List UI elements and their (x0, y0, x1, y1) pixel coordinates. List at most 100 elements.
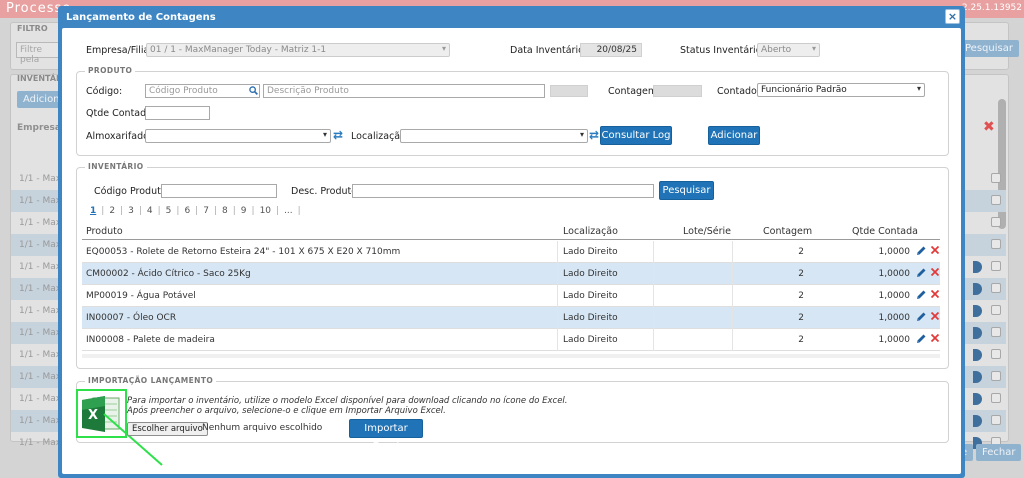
delete-icon[interactable] (930, 311, 940, 321)
page-link[interactable]: ... (284, 206, 293, 216)
edit-icon[interactable] (915, 267, 927, 279)
bg-row-checkbox[interactable] (991, 349, 1001, 359)
bg-delete-icon[interactable]: ✖ (983, 119, 995, 135)
bg-toggle-icon[interactable] (973, 305, 982, 317)
refresh-icon[interactable]: ⇄ (333, 128, 343, 142)
close-icon[interactable]: × (945, 9, 960, 24)
search-icon[interactable] (249, 86, 258, 95)
page-link[interactable]: 9 (241, 206, 247, 216)
bg-toggle-icon[interactable] (973, 371, 982, 383)
page-link[interactable]: 7 (203, 206, 209, 216)
code-placeholder: Código Produto (149, 86, 218, 96)
page-link[interactable]: 5 (166, 206, 172, 216)
chevron-down-icon: ▾ (322, 130, 327, 139)
page-separator: | (157, 206, 161, 216)
table-row[interactable]: CM00002 - Ácido Cítrico - Saco 25Kg Lado … (82, 263, 940, 285)
bg-row-checkbox[interactable] (991, 305, 1001, 315)
bg-search-button[interactable]: Pesquisar (959, 40, 1019, 57)
qtde-input[interactable] (145, 106, 210, 120)
edit-icon[interactable] (915, 289, 927, 301)
bg-row-checkbox[interactable] (991, 261, 1001, 271)
column-separator (653, 241, 654, 263)
page-link[interactable]: 2 (109, 206, 115, 216)
page-separator: | (176, 206, 180, 216)
inv-desc-input[interactable] (352, 184, 654, 198)
page-link[interactable]: 6 (184, 206, 190, 216)
cell-produto: IN00008 - Palete de madeira (86, 335, 215, 345)
page-link[interactable]: 3 (128, 206, 134, 216)
bg-toggle-icon[interactable] (973, 415, 982, 427)
contador-select[interactable]: Funcionário Padrão ▾ (757, 83, 925, 97)
refresh-icon[interactable]: ⇄ (589, 128, 599, 142)
table-row[interactable]: IN00008 - Palete de madeira Lado Direito 2… (82, 329, 940, 351)
bg-row-checkbox[interactable] (991, 371, 1001, 381)
bg-row-checkbox[interactable] (991, 195, 1001, 205)
table-scrollbar[interactable] (82, 354, 940, 358)
bg-toggle-icon[interactable] (973, 349, 982, 361)
company-select[interactable]: 01 / 1 - MaxManager Today - Matriz 1-1 ▾ (146, 43, 450, 57)
col-qtde: Qtde Contada (852, 226, 918, 237)
bg-row-company: 1/1 - Maxi (19, 284, 64, 294)
code-input[interactable]: Código Produto (145, 84, 260, 98)
produto-legend: PRODUTO (85, 66, 136, 75)
bg-close-button[interactable]: Fechar (976, 444, 1022, 461)
import-info-line2: Após preencher o arquivo, selecione-o e … (127, 406, 446, 416)
delete-icon[interactable] (930, 289, 940, 299)
bg-row-checkbox[interactable] (991, 217, 1001, 227)
date-value: 20/08/25 (580, 43, 642, 57)
adicionar-button[interactable]: Adicionar (708, 126, 760, 145)
column-separator (732, 263, 733, 285)
page-separator: | (101, 206, 105, 216)
edit-icon[interactable] (915, 333, 927, 345)
import-info: Para importar o inventário, utilize o mo… (127, 396, 568, 416)
bg-toggle-icon[interactable] (973, 393, 982, 405)
table-row[interactable]: MP00019 - Água Potável Lado Direito 2 1,000… (82, 285, 940, 307)
col-contagem: Contagem (763, 226, 813, 237)
edit-icon[interactable] (915, 245, 927, 257)
local-select[interactable]: ▾ (400, 129, 588, 143)
inv-search-button[interactable]: Pesquisar (659, 181, 714, 200)
bg-toggle-icon[interactable] (973, 261, 982, 273)
delete-icon[interactable] (930, 333, 940, 343)
cell-localizacao: Lado Direito (563, 247, 618, 257)
contador-select-value: Funcionário Padrão (761, 85, 847, 95)
cell-produto: MP00019 - Água Potável (86, 291, 196, 301)
bg-row-company: 1/1 - Maxi (19, 218, 64, 228)
import-excel-button[interactable]: Importar Excel (349, 419, 423, 452)
bg-row-checkbox[interactable] (991, 173, 1001, 183)
page-link[interactable]: 10 (260, 206, 271, 216)
bg-row-company: 1/1 - Maxi (19, 174, 64, 184)
inv-code-input[interactable] (161, 184, 277, 198)
contagem-box (653, 85, 702, 97)
bg-row-checkbox[interactable] (991, 415, 1001, 425)
inv-code-label: Código Produto: (94, 186, 170, 197)
table-row[interactable]: IN00007 - Óleo OCR Lado Direito 2 1,0000 (82, 307, 940, 329)
delete-icon[interactable] (930, 245, 940, 255)
bg-row-checkbox[interactable] (991, 283, 1001, 293)
column-separator (557, 241, 558, 263)
page-link[interactable]: 8 (222, 206, 228, 216)
unit-box (550, 85, 588, 97)
bg-toggle-icon[interactable] (973, 283, 982, 295)
bg-toggle-icon[interactable] (973, 327, 982, 339)
column-separator (653, 307, 654, 329)
bg-row-company: 1/1 - Maxi (19, 416, 64, 426)
description-input[interactable]: Descrição Produto (263, 84, 545, 98)
delete-icon[interactable] (930, 267, 940, 277)
table-row[interactable]: EQ00053 - Rolete de Retorno Esteira 24" … (82, 241, 940, 263)
page-link[interactable]: 1 (90, 206, 96, 216)
almox-select[interactable]: ▾ (145, 129, 331, 143)
bg-row-checkbox[interactable] (991, 393, 1001, 403)
cell-contagem: 2 (798, 335, 804, 345)
page-link[interactable]: 4 (147, 206, 153, 216)
consultar-log-button[interactable]: Consultar Log (600, 126, 672, 145)
status-select[interactable]: Aberto ▾ (757, 43, 820, 57)
edit-icon[interactable] (915, 311, 927, 323)
bg-row-checkbox[interactable] (991, 239, 1001, 249)
chevron-down-icon: ▾ (441, 44, 446, 53)
column-separator (557, 329, 558, 351)
choose-file-button[interactable]: Escolher arquivo (127, 422, 208, 436)
filter-input[interactable]: Filtre pela (16, 42, 61, 65)
bg-row-checkbox[interactable] (991, 327, 1001, 337)
import-info-line1: Para importar o inventário, utilize o mo… (127, 396, 568, 406)
